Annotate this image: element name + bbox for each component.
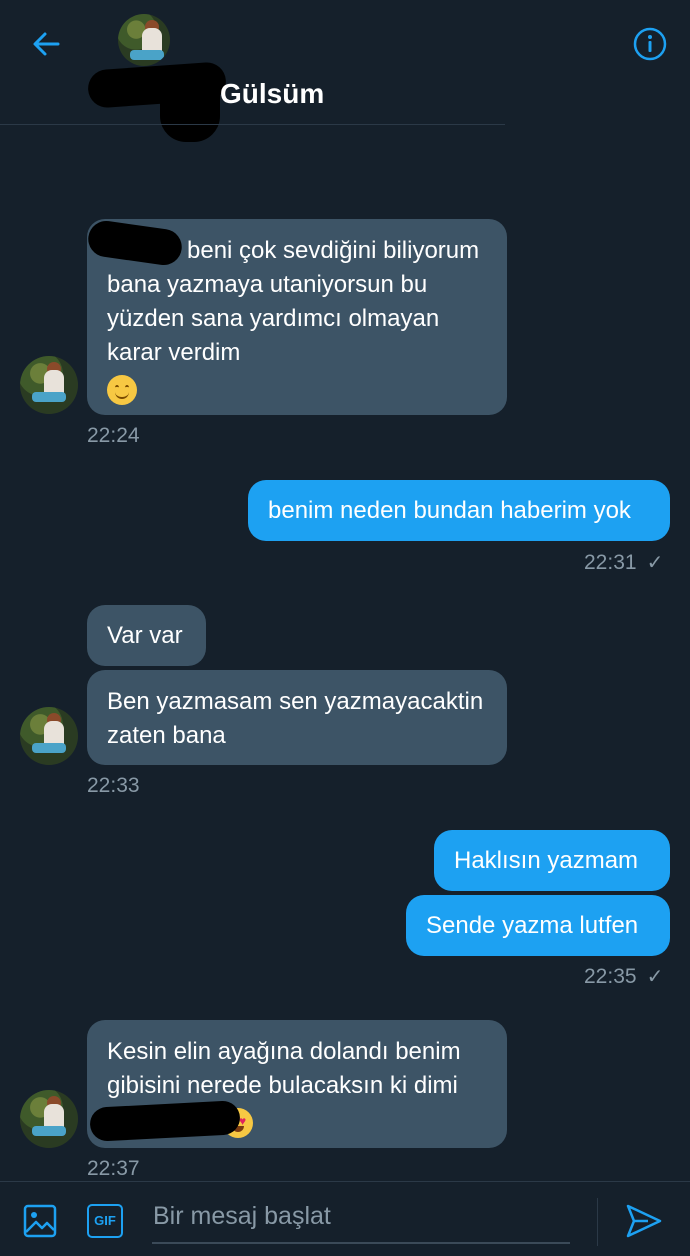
redaction-mark	[160, 70, 220, 142]
message-time: 22:24	[87, 424, 140, 447]
gif-button[interactable]: GIF	[87, 1204, 123, 1238]
message-bubble-outgoing[interactable]: benim neden bundan haberim yok	[248, 480, 670, 541]
arrow-left-icon	[33, 32, 60, 56]
send-button[interactable]	[624, 1202, 664, 1240]
image-button[interactable]	[22, 1203, 58, 1239]
message-text: Sende yazma lutfen	[426, 912, 639, 939]
message-meta: 22:31 ✓	[584, 550, 663, 575]
message-text: benim neden bundan haberim yok	[268, 497, 631, 524]
smiling-face-emoji	[107, 374, 137, 405]
gif-label: GIF	[94, 1213, 116, 1228]
image-icon	[23, 1204, 57, 1238]
contact-avatar[interactable]	[118, 14, 170, 66]
message-text: Var var	[107, 622, 183, 649]
back-button[interactable]	[28, 26, 64, 62]
message-meta: 22:35 ✓	[584, 964, 663, 989]
read-check-icon: ✓	[646, 552, 664, 574]
message-bubble-outgoing[interactable]: Sende yazma lutfen	[406, 895, 670, 956]
info-icon	[633, 27, 667, 61]
header-divider	[0, 124, 505, 125]
send-icon	[626, 1204, 662, 1238]
input-underline	[152, 1242, 570, 1244]
message-text: Haklısın yazmam	[454, 847, 639, 874]
message-time: 22:33	[87, 774, 140, 797]
message-text: Kesin elin ayağına dolandı benim gibisin…	[107, 1038, 461, 1099]
message-bubble-incoming[interactable]: Var var	[87, 605, 206, 666]
message-time: 22:31	[584, 551, 637, 574]
sender-avatar[interactable]	[20, 707, 78, 765]
message-bubble-incoming[interactable]: Ben yazmasam sen yazmayacaktin zaten ban…	[87, 670, 507, 765]
sender-avatar[interactable]	[20, 356, 78, 414]
sender-avatar[interactable]	[20, 1090, 78, 1148]
contact-name: Gülsüm	[220, 78, 325, 109]
message-input[interactable]: Bir mesaj başlat	[153, 1202, 563, 1231]
message-bubble-outgoing[interactable]: Haklısın yazmam	[434, 830, 670, 891]
read-check-icon: ✓	[646, 966, 664, 988]
message-text: Ben yazmasam sen yazmayacaktin zaten ban…	[107, 688, 484, 749]
composer-divider	[597, 1198, 598, 1246]
info-button[interactable]	[632, 26, 668, 62]
message-time: 22:35	[584, 965, 637, 988]
message-time: 22:37	[87, 1157, 140, 1180]
